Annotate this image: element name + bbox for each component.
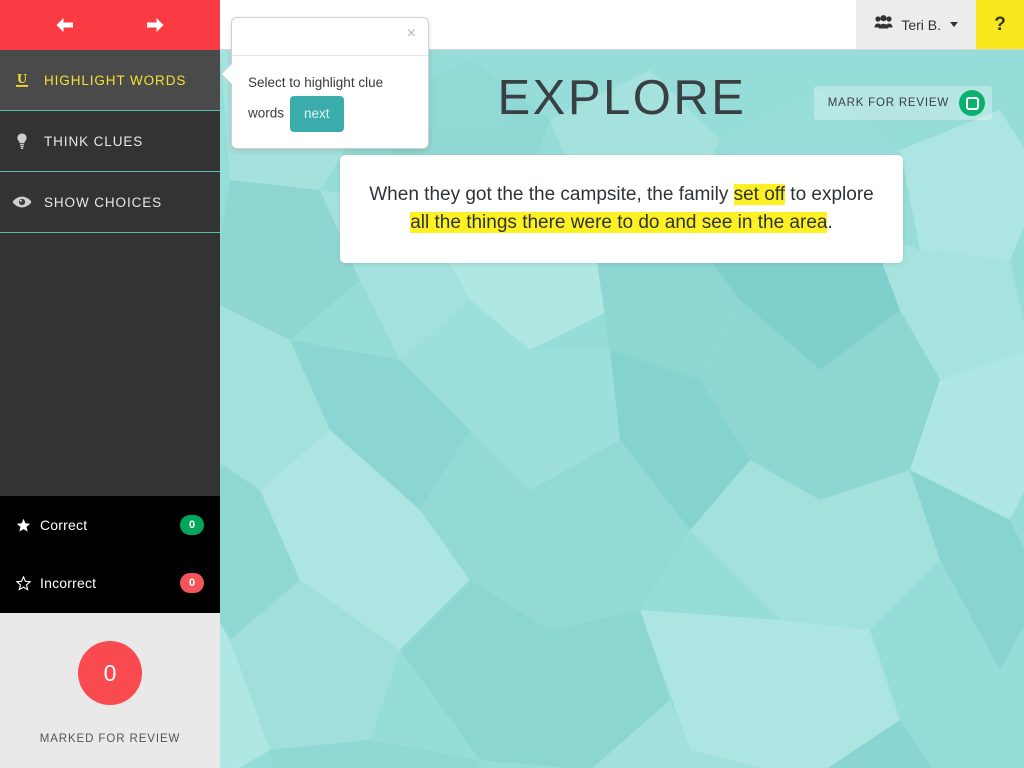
sentence-segment: When they got the the campsite, the fami…: [369, 184, 734, 205]
star-filled-icon: [16, 518, 40, 533]
marked-for-review-caption: MARKED FOR REVIEW: [39, 733, 181, 745]
tutorial-popover: × Select to highlight clue words next: [221, 17, 429, 149]
sidebar-nav-bar: [0, 0, 220, 50]
arrow-left-icon[interactable]: [43, 8, 87, 42]
close-x-icon[interactable]: ×: [407, 26, 416, 42]
sidebar-item-label: THINK CLUES: [44, 133, 144, 149]
lightbulb-icon: [0, 132, 44, 150]
app-root: Teri B. ? EXPLORE MARK FOR REVIEW When t…: [0, 0, 1024, 768]
underline-u-icon: U: [0, 71, 44, 89]
score-label-correct: Correct: [40, 517, 88, 533]
marked-for-review-panel: 0 MARKED FOR REVIEW: [0, 613, 220, 768]
users-group-icon: [874, 15, 893, 34]
sidebar-tool-list: U HIGHLIGHT WORDS THINK CLUES SHOW CHOIC…: [0, 50, 220, 233]
mark-for-review-label: MARK FOR REVIEW: [827, 97, 949, 109]
help-button[interactable]: ?: [976, 0, 1024, 49]
svg-text:U: U: [17, 72, 27, 87]
highlighted-phrase[interactable]: all the things there were to do and see …: [410, 212, 828, 233]
popover-header: ×: [232, 18, 428, 56]
score-label-incorrect: Incorrect: [40, 575, 97, 591]
score-badge-correct: 0: [180, 515, 204, 535]
sidebar-item-show-choices[interactable]: SHOW CHOICES: [0, 172, 220, 233]
user-name-label: Teri B.: [901, 16, 941, 33]
left-sidebar: U HIGHLIGHT WORDS THINK CLUES SHOW CHOIC…: [0, 0, 220, 768]
toggle-square-icon[interactable]: [959, 90, 985, 116]
next-button[interactable]: next: [290, 96, 344, 132]
sentence-segment: .: [827, 212, 833, 233]
score-badge-incorrect: 0: [180, 573, 204, 593]
popover-body: Select to highlight clue words next: [232, 56, 428, 148]
arrow-right-icon[interactable]: [133, 8, 177, 42]
marked-for-review-count[interactable]: 0: [78, 641, 142, 705]
highlighted-phrase[interactable]: set off: [733, 184, 786, 205]
sentence-segment: to explore: [785, 184, 874, 205]
star-outline-icon: [16, 575, 40, 591]
eye-icon: [0, 195, 44, 209]
caret-down-icon: [950, 22, 958, 27]
mark-for-review-toggle[interactable]: MARK FOR REVIEW: [813, 86, 992, 120]
sidebar-item-label: SHOW CHOICES: [44, 194, 163, 210]
user-menu-button[interactable]: Teri B.: [856, 0, 976, 49]
score-panel: Correct 0 Incorrect 0: [0, 496, 220, 613]
score-row-incorrect: Incorrect 0: [0, 554, 220, 612]
sidebar-item-label: HIGHLIGHT WORDS: [44, 72, 187, 88]
sentence-card: When they got the the campsite, the fami…: [340, 155, 903, 263]
sidebar-item-highlight-words[interactable]: U HIGHLIGHT WORDS: [0, 50, 220, 111]
sentence-text[interactable]: When they got the the campsite, the fami…: [368, 181, 875, 237]
main-content: EXPLORE MARK FOR REVIEW When they got th…: [220, 50, 1024, 768]
score-row-correct: Correct 0: [0, 496, 220, 554]
sidebar-item-think-clues[interactable]: THINK CLUES: [0, 111, 220, 172]
popover-arrow-inner: [222, 63, 233, 85]
